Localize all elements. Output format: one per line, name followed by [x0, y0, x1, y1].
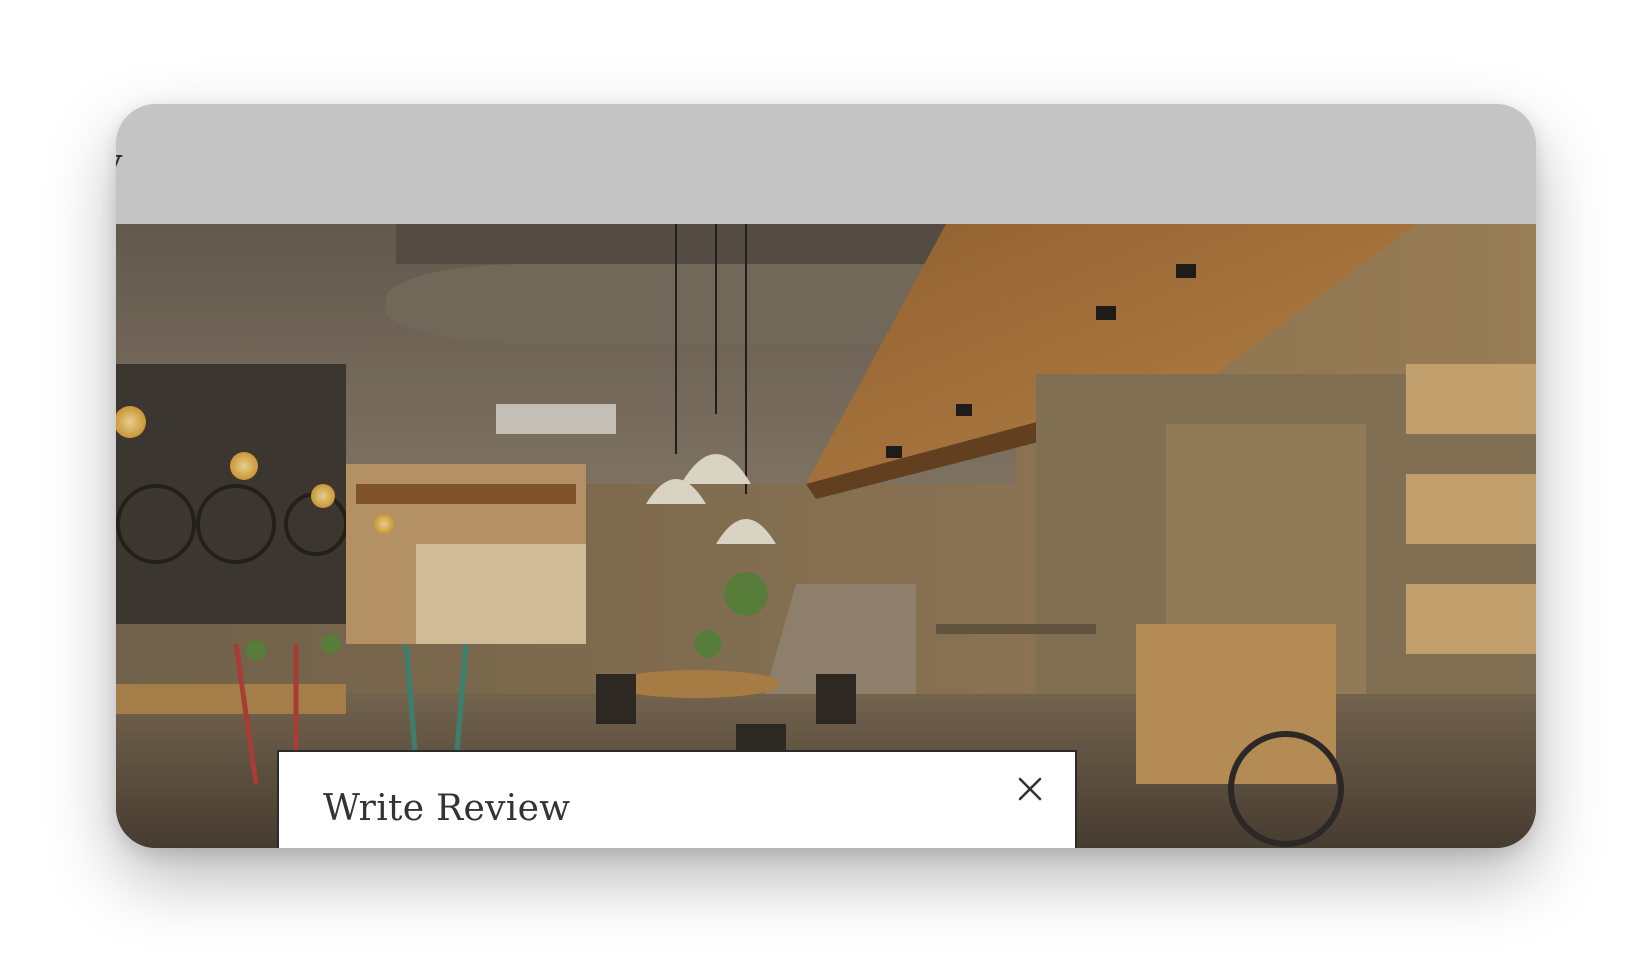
header-bar: y	[116, 104, 1536, 224]
app-window: y	[116, 104, 1536, 848]
modal-title: Write Review	[323, 788, 571, 829]
close-icon[interactable]	[1013, 772, 1047, 806]
write-review-modal: Write Review	[277, 750, 1077, 848]
header-title-fragment: y	[116, 142, 122, 183]
